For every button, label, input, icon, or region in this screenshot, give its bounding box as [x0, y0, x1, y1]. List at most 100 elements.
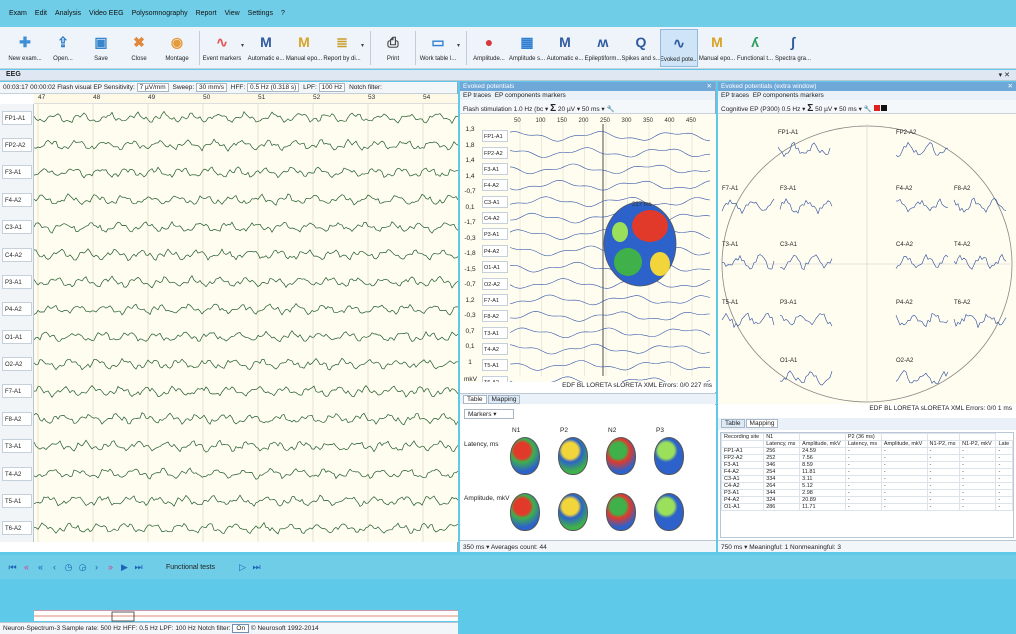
brain-map-icon[interactable] [510, 437, 540, 475]
ep-panel-close-icon[interactable]: ✕ [707, 82, 712, 90]
rewind-fast-icon[interactable]: « [22, 562, 31, 572]
color-red-swatch[interactable] [873, 105, 880, 111]
menu-edit[interactable]: Edit [34, 10, 48, 17]
skip-end-icon[interactable]: ⏭ [134, 562, 143, 572]
toolbar-functional-tests-button[interactable]: ʎ Functional t... [736, 29, 774, 67]
menu-settings[interactable]: Settings [247, 10, 274, 17]
ep-channel-label[interactable]: F3-A1 [482, 162, 508, 175]
tab-ep-traces[interactable]: EP traces [463, 92, 491, 99]
menu-video-eeg[interactable]: Video EEG [88, 10, 125, 17]
tab-ep2-traces[interactable]: EP traces [721, 92, 749, 99]
toolbar-epileptiform-button[interactable]: ʍ Epileptiform... [584, 29, 622, 67]
channel-label[interactable]: F7-A1 [2, 384, 32, 399]
time-select[interactable]: 50 ms [582, 106, 600, 113]
ep-channel-label[interactable]: FP1-A1 [482, 130, 508, 143]
menu-report[interactable]: Report [195, 10, 218, 17]
test-next-icon[interactable]: ⏭ [252, 562, 261, 572]
ep-plot[interactable]: 50 100 150 200 250 300 350 400 450 227 ms 1,3 1,8 1… [460, 114, 716, 389]
channel-label[interactable]: T5-A1 [2, 493, 32, 508]
channel-label[interactable]: T4-A2 [2, 466, 32, 481]
menu-exam[interactable]: Exam [8, 10, 28, 17]
tab-table[interactable]: Table [463, 395, 487, 404]
toolbar-report-button[interactable]: ≣ Report by di... [323, 29, 361, 67]
channel-label[interactable]: FP2-A2 [2, 138, 32, 153]
clock-forward-icon[interactable]: ◶ [78, 562, 87, 572]
eeg-timeline-scrollbar[interactable] [34, 610, 458, 622]
ep-channel-label[interactable]: T5-A1 [482, 359, 508, 372]
ep-channel-label[interactable]: O2-A2 [482, 277, 508, 290]
tab-ep2-table[interactable]: Table [721, 419, 745, 428]
ep-channel-label[interactable]: P3-A1 [482, 228, 508, 241]
channel-label[interactable]: F4-A2 [2, 192, 32, 207]
channel-label[interactable]: T6-A2 [2, 521, 32, 536]
brain-map-icon[interactable] [558, 493, 588, 531]
toolbar-spectra-graph-button[interactable]: ∫ Spectra gra... [774, 29, 812, 67]
markers-select[interactable]: Markers ▾ [464, 409, 514, 419]
tab-mapping[interactable]: Mapping [487, 395, 521, 404]
channel-label[interactable]: FP1-A1 [2, 110, 32, 125]
lpf-select[interactable]: 100 Hz [318, 83, 346, 92]
brain-map-icon[interactable] [558, 437, 588, 475]
ep2-close-icon[interactable]: ✕ [1008, 82, 1013, 90]
eeg-traces[interactable] [34, 104, 458, 542]
forward-fast-icon[interactable]: » [106, 562, 115, 572]
ep-channel-label[interactable]: T4-A2 [482, 343, 508, 356]
ep-channel-label[interactable]: P4-A2 [482, 244, 508, 257]
brain-map-icon[interactable] [606, 437, 636, 475]
step-back-icon[interactable]: ‹ [50, 562, 59, 572]
toolbar-save-button[interactable]: ▣ Save [82, 29, 120, 67]
ep-channel-label[interactable]: F7-A1 [482, 293, 508, 306]
wrench-icon[interactable]: 🔧 [606, 106, 614, 113]
ep2-head-plot[interactable]: FP1-A1 FP2-A2 F7-A1 F3-A1 F4-A2 F8-A2 T3-A1 C3-… [718, 114, 1016, 404]
toolbar-automatic-epileptiform-button[interactable]: M Automatic e... [546, 29, 584, 67]
channel-label[interactable]: O2-A2 [2, 357, 32, 372]
ep-channel-label[interactable]: F8-A2 [482, 310, 508, 323]
channel-label[interactable]: C4-A2 [2, 247, 32, 262]
channel-label[interactable]: P3-A1 [2, 274, 32, 289]
ep-channel-label[interactable]: O1-A1 [482, 261, 508, 274]
tab-ep-components[interactable]: EP components markers [495, 92, 566, 99]
ep-channel-label[interactable]: C4-A2 [482, 212, 508, 225]
brain-map-icon[interactable] [654, 493, 684, 531]
dropdown-arrow-icon[interactable]: ▾ [361, 42, 367, 49]
toolbar-manual-epochs-button[interactable]: M Manual epo... [285, 29, 323, 67]
ep2-sigma-icon[interactable]: Σ [807, 103, 813, 113]
toolbar-close-exam-button[interactable]: ✖ Close [120, 29, 158, 67]
sensitivity-select[interactable]: 7 µV/mm [136, 83, 169, 92]
menu--[interactable]: ? [280, 10, 286, 17]
channel-label[interactable]: C3-A1 [2, 220, 32, 235]
toolbar-amplitude-map-button[interactable]: ● Amplitude... [470, 29, 508, 67]
channel-label[interactable]: O1-A1 [2, 329, 32, 344]
toolbar-montage-button[interactable]: ◉ Montage [158, 29, 196, 67]
ep-channel-label[interactable]: F4-A2 [482, 179, 508, 192]
channel-label[interactable]: P4-A2 [2, 302, 32, 317]
brain-map-icon[interactable] [510, 493, 540, 531]
ep2-wrench-icon[interactable]: 🔧 [864, 106, 872, 113]
color-black-swatch[interactable] [881, 105, 888, 111]
brain-map-icon[interactable] [654, 437, 684, 475]
notch-toggle[interactable]: On [232, 624, 250, 633]
ep-channel-label[interactable]: FP2-A2 [482, 146, 508, 159]
toolbar-spikes-button[interactable]: Q Spikes and s... [622, 29, 660, 67]
menu-analysis[interactable]: Analysis [54, 10, 82, 17]
menu-view[interactable]: View [224, 10, 241, 17]
clock-back-icon[interactable]: ◷ [64, 562, 73, 572]
dropdown-arrow-icon[interactable]: ▾ [457, 42, 463, 49]
toolbar-evoked-potentials-button[interactable]: ∿ Evoked pote... [660, 29, 698, 67]
toolbar-new-exam-button[interactable]: ✚ New exam... [6, 29, 44, 67]
tab-ep2-components[interactable]: EP components markers [753, 92, 824, 99]
brain-map-icon[interactable] [606, 493, 636, 531]
menu-polysomnography[interactable]: Polysomnography [131, 10, 189, 17]
rewind-icon[interactable]: « [36, 562, 45, 572]
sigma-icon[interactable]: Σ [550, 103, 556, 113]
toolbar-event-markers-button[interactable]: ∿ Event markers [203, 29, 241, 67]
panel-controls[interactable]: ▾ ✕ [999, 71, 1010, 79]
amplitude-select[interactable]: 20 µV [558, 106, 575, 113]
channel-label[interactable]: T3-A1 [2, 439, 32, 454]
step-forward-icon[interactable]: › [92, 562, 101, 572]
toolbar-print-button[interactable]: ⎙ Print [374, 29, 412, 67]
ep2-stimulation-select[interactable]: Cognitive EP (P300) 0.5 Hz ▾ [721, 106, 805, 113]
ep2-export-bar[interactable]: EDF BL LORETA sLORETA XML Errors: 0/0 1 … [718, 405, 1016, 415]
tab-ep2-mapping[interactable]: Mapping [745, 419, 779, 428]
ep-channel-label[interactable]: T3-A1 [482, 326, 508, 339]
